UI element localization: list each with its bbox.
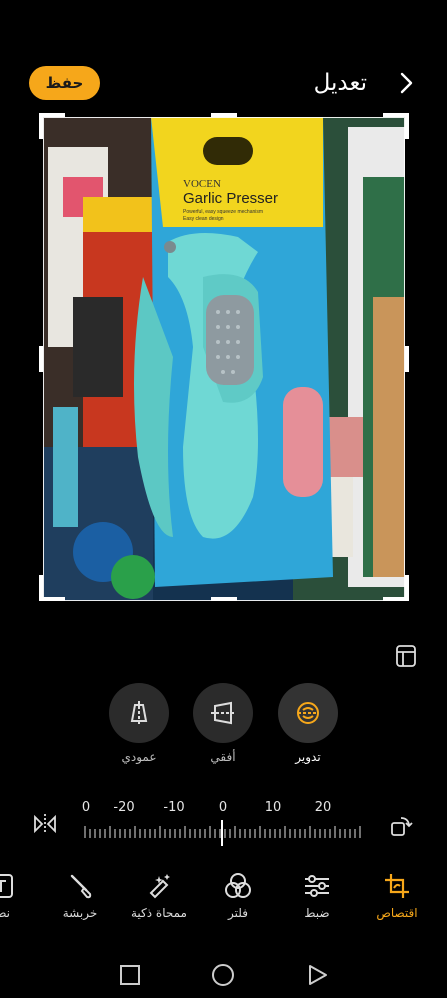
toolbar-filter-label: فلتر	[228, 906, 248, 920]
toolbar-adjust-label: ضبط	[304, 906, 330, 920]
aspect-ratio-button[interactable]	[395, 644, 417, 668]
ruler-label: -20	[113, 800, 135, 815]
back-triangle-icon	[309, 965, 327, 985]
nav-home-button[interactable]	[210, 962, 236, 988]
crop-handle-right[interactable]	[405, 346, 409, 372]
magic-eraser-icon	[149, 874, 170, 899]
nav-back-button[interactable]	[305, 962, 331, 988]
sliders-icon	[305, 875, 329, 897]
crop-handle-top-left-v[interactable]	[39, 113, 43, 139]
page-title: تعديل	[313, 70, 367, 96]
rotate-tool-label: تدوير	[295, 750, 321, 764]
vertical-tool-label: عمودي	[121, 750, 157, 764]
recents-icon	[120, 965, 140, 985]
toolbar-crop-label: اقتصاص	[376, 906, 418, 920]
toolbar-adjust[interactable]: ضبط	[280, 872, 354, 920]
nav-recents-button[interactable]	[117, 962, 143, 988]
horizontal-tool-label: أفقي	[210, 750, 236, 764]
ruler-label: 0	[81, 800, 91, 815]
crop-icon	[385, 874, 409, 898]
toolbar-text[interactable]: نص	[0, 872, 38, 920]
brush-icon	[70, 874, 92, 899]
toolbar-crop[interactable]: اقتصاص	[360, 872, 434, 920]
vertical-tool-button[interactable]	[109, 683, 169, 743]
horizontal-tool-button[interactable]	[193, 683, 253, 743]
ruler-label: 10	[264, 800, 282, 815]
rotate-tool-button[interactable]	[278, 683, 338, 743]
crop-handle-top[interactable]	[211, 113, 237, 117]
horizontal-skew-icon	[211, 701, 235, 725]
aspect-ratio-icon	[396, 645, 416, 667]
flip-icon	[34, 814, 56, 834]
crop-frame[interactable]	[43, 117, 405, 601]
rotate-icon	[297, 702, 319, 724]
crop-handle-bottom-left-v[interactable]	[39, 575, 43, 601]
flip-button[interactable]	[32, 812, 58, 840]
ruler-label: 0	[218, 800, 228, 815]
rotation-ruler[interactable]	[84, 826, 364, 838]
text-icon	[0, 874, 13, 898]
chevron-right-icon	[400, 72, 413, 94]
back-button[interactable]	[393, 70, 419, 96]
rotate-90-button[interactable]	[389, 814, 413, 842]
crop-handle-top-right-v[interactable]	[405, 113, 409, 139]
toolbar-text-label: نص	[0, 906, 11, 920]
toolbar-smart-eraser[interactable]: ممحاة ذكية	[122, 872, 196, 920]
vertical-skew-icon	[130, 701, 148, 725]
ruler-indicator	[221, 820, 223, 846]
save-button[interactable]: حفظ	[29, 66, 100, 100]
home-icon	[212, 964, 234, 986]
ruler-label: -10	[163, 800, 185, 815]
crop-handle-left[interactable]	[39, 346, 43, 372]
crop-handle-bottom[interactable]	[211, 597, 237, 601]
crop-handle-bottom-right-v[interactable]	[405, 575, 409, 601]
toolbar-filter[interactable]: فلتر	[201, 872, 275, 920]
rotate-90-icon	[391, 817, 413, 836]
toolbar-doodle[interactable]: خربشة	[43, 872, 117, 920]
toolbar-smart-eraser-label: ممحاة ذكية	[131, 906, 187, 920]
ruler-label: 20	[314, 800, 332, 815]
filter-circles-icon	[225, 873, 251, 898]
toolbar-doodle-label: خربشة	[62, 906, 98, 920]
